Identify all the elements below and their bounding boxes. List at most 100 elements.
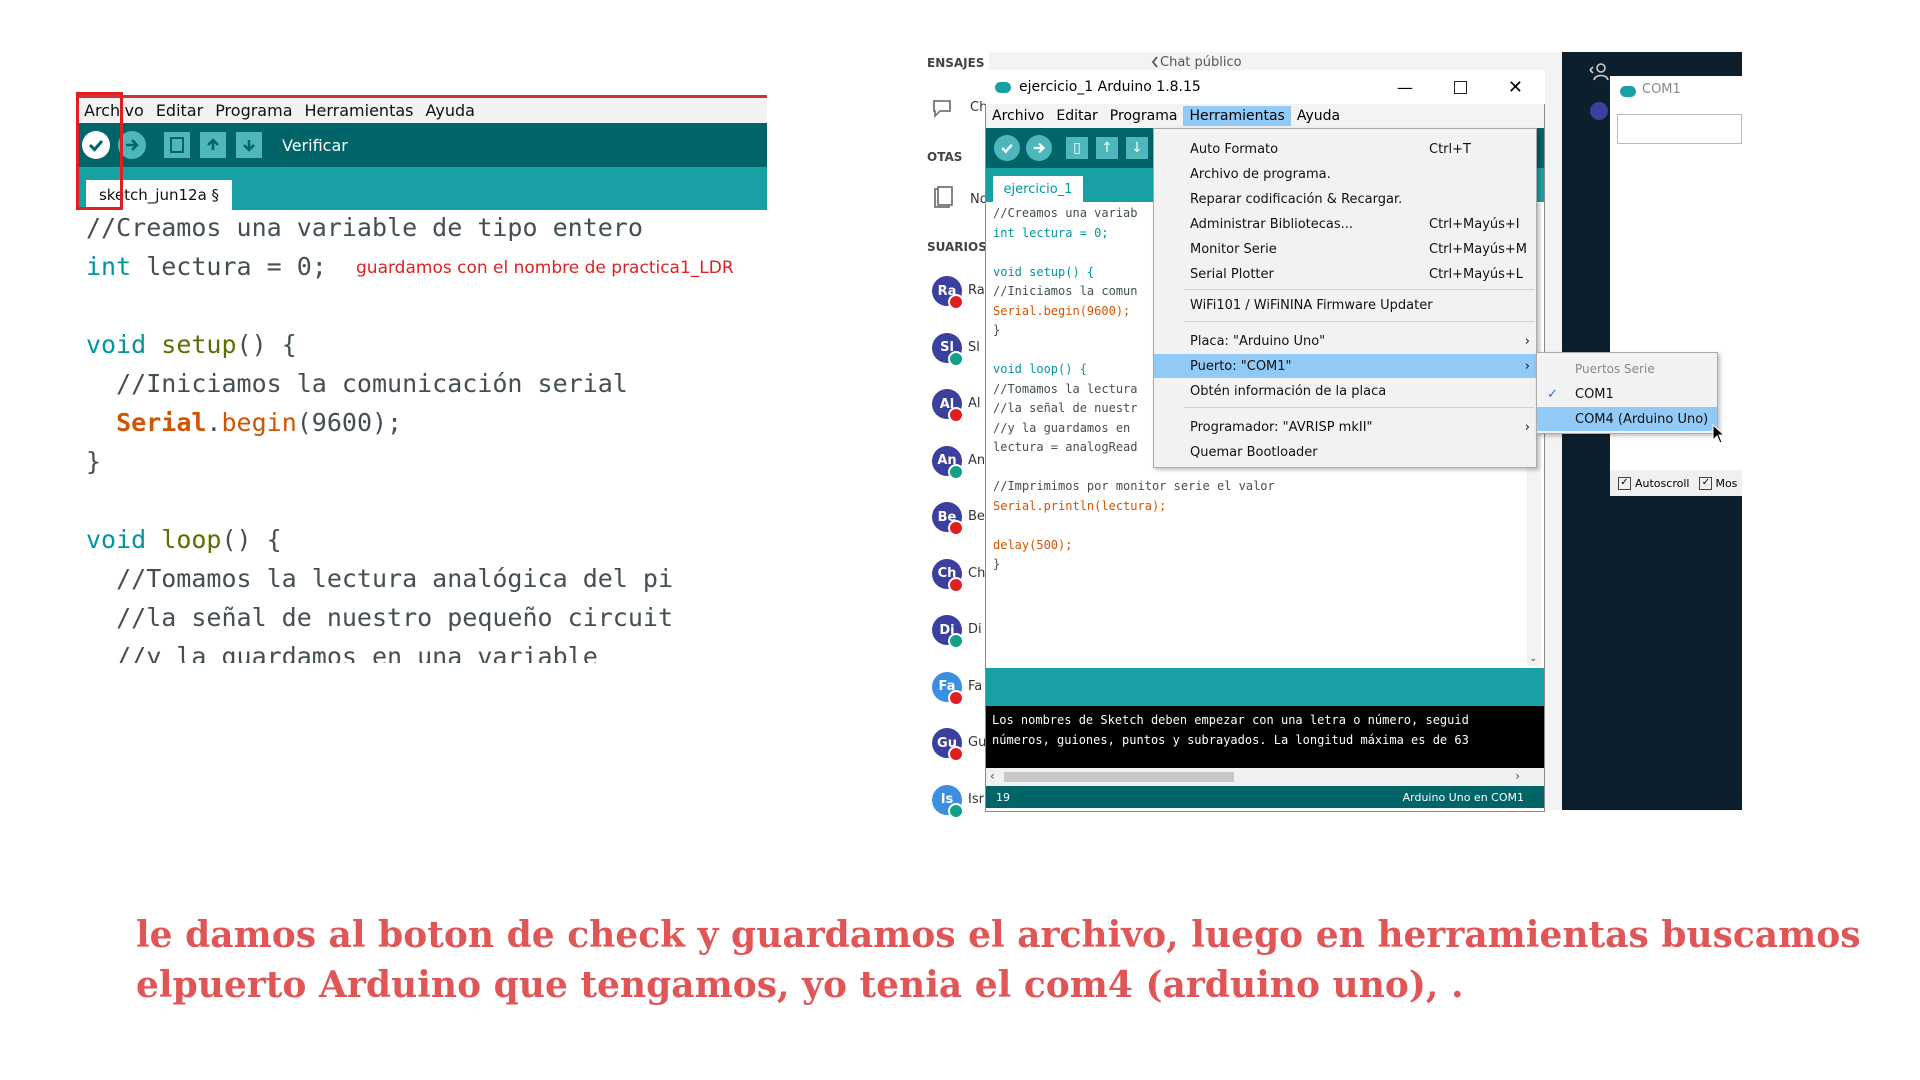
menu-item-auto-formato[interactable]: Auto Formato Ctrl+T [1154,137,1536,161]
ide-sketch-tab[interactable]: ejercicio_1 [993,176,1083,202]
caption-line: elpuerto Arduino que tengamos, yo tenia … [136,964,1464,1006]
mouse-cursor-icon [1712,423,1726,448]
upload-arrow-icon [207,138,219,150]
code-line: //Creamos una variable de tipo entero [86,213,643,242]
code-class: Serial [116,408,207,437]
user-name: Di [968,622,982,637]
line-number: 19 [996,790,1010,804]
ide-menu-programa[interactable]: Programa [1104,106,1184,126]
check-icon [1001,144,1013,154]
code-line: //Tomamos la lectura analógica del pi [86,564,673,593]
autoscroll-checkbox[interactable]: ✓ [1618,476,1631,490]
download-arrow-icon: ↓ [1131,140,1143,156]
user-name: Be [968,509,985,524]
status-badge [948,350,964,367]
user-name: Ch [968,565,986,581]
ide-menu-editar[interactable]: Editar [1050,106,1103,126]
arduino-logo-icon [995,81,1011,93]
code-line: //y la guardamos en una variable [86,642,598,663]
menu-programa[interactable]: Programa [215,101,292,120]
file-icon [170,137,184,153]
annotation-text: guardamos con el nombre de practica1_LDR [356,258,734,278]
messages-header: ENSAJES [927,56,985,70]
menu-item-archivo-programa[interactable]: Archivo de programa. [1154,162,1536,186]
chevron-right-icon: › [1524,358,1530,374]
menu-herramientas[interactable]: Herramientas [305,101,414,120]
menu-separator [1184,321,1534,322]
console-line: Los nombres de Sketch deben empezar con … [992,713,1469,727]
user-name: Sl [968,339,980,355]
serial-monitor-title: COM1 [1642,82,1681,97]
code-keyword: void [86,525,147,554]
close-icon[interactable]: ✕ [1508,77,1523,98]
arrow-right-icon [126,139,139,151]
menu-item-info-placa[interactable]: Obtén información de la placa [1154,379,1536,403]
ide-console: Los nombres de Sketch deben empezar con … [986,706,1544,768]
code-keyword: void [86,330,147,359]
ide-code-line: //Imprimimos por monitor serie el valor [993,479,1275,493]
ide-new-button[interactable]: ▯ [1066,137,1088,159]
port-item-com1[interactable]: ✓ COM1 [1537,382,1717,406]
code-line: //Iniciamos la comunicación serial [86,369,628,398]
ide-horizontal-scrollbar[interactable]: ‹ › [986,768,1544,786]
arduino-logo-icon [1620,86,1636,97]
chevron-down-icon[interactable]: ⌄ [1529,653,1537,664]
mic-icon[interactable] [1590,102,1608,120]
left-menubar: Archivo Editar Programa Herramientas Ayu… [76,95,767,123]
menu-item-programador[interactable]: Programador: "AVRISP mkII" › [1154,415,1536,439]
save-button[interactable] [236,132,262,158]
maximize-icon[interactable] [1454,80,1467,94]
status-badge [948,294,964,310]
menu-ayuda[interactable]: Ayuda [425,101,474,120]
menu-editar[interactable]: Editar [156,101,203,120]
scroll-thumb[interactable] [1004,772,1234,782]
ide-code-line [993,516,1533,536]
ide-upload-button[interactable] [1026,135,1052,161]
menu-separator [1184,407,1534,408]
menu-item-serial-plotter[interactable]: Serial Plotter Ctrl+Mayús+L [1154,262,1536,286]
console-line: números, guiones, puntos y subrayados. L… [992,733,1469,747]
chevron-right-icon[interactable]: › [1515,769,1520,783]
ide-menu-archivo[interactable]: Archivo [986,106,1050,126]
new-button[interactable] [164,132,190,158]
menu-item-reparar[interactable]: Reparar codificación & Recargar. [1154,187,1536,211]
ide-save-button[interactable]: ↓ [1126,137,1148,159]
user-name: An [968,452,986,468]
highlight-box [76,92,123,210]
board-status: Arduino Uno en COM1 [1402,790,1524,804]
menu-item-bibliotecas[interactable]: Administrar Bibliotecas... Ctrl+Mayús+I [1154,212,1536,236]
code-keyword: int [86,252,132,281]
menu-item-puerto[interactable]: Puerto: "COM1" › [1154,354,1536,378]
port-item-com4[interactable]: COM4 (Arduino Uno) [1537,407,1717,431]
checkmark-icon: ✓ [1547,386,1558,402]
open-button[interactable] [200,132,226,158]
menu-item-placa[interactable]: Placa: "Arduino Uno" › [1154,329,1536,353]
menu-item-bootloader[interactable]: Quemar Bootloader [1154,440,1536,464]
ide-open-button[interactable]: ↑ [1096,137,1118,159]
chevron-right-icon: › [1524,333,1530,349]
menu-item-firmware-updater[interactable]: WiFi101 / WiFiNINA Firmware Updater [1154,293,1536,317]
upload-arrow-icon: ↑ [1101,140,1113,156]
chat-bubble-icon[interactable] [930,96,956,126]
user-add-icon[interactable] [1588,62,1610,86]
download-arrow-icon [243,140,255,152]
chevron-left-icon[interactable]: ‹ [990,769,995,783]
ide-verify-button[interactable] [994,135,1020,161]
ide-code-line: delay(500); [993,537,1073,552]
minimize-icon[interactable]: — [1397,78,1413,97]
status-badge [948,463,964,480]
autoscroll-label: Autoscroll [1635,476,1690,490]
caption: le damos al boton de check y guardamos e… [136,910,1896,1010]
ide-menu-herramientas[interactable]: Herramientas [1183,106,1291,126]
user-name: Gu [968,735,987,750]
status-badge [948,407,964,423]
status-badge [948,633,964,649]
ide-menubar: Archivo Editar Programa Herramientas Ayu… [986,104,1544,128]
notes-icon[interactable] [932,186,954,214]
menu-item-monitor-serie[interactable]: Monitor Serie Ctrl+Mayús+M [1154,237,1536,261]
show-timestamp-checkbox[interactable]: ✓ [1699,476,1713,490]
ide-menu-ayuda[interactable]: Ayuda [1291,106,1346,126]
menu-separator [1184,289,1534,290]
serial-input[interactable] [1617,114,1742,144]
notes-header: OTAS [927,150,963,164]
